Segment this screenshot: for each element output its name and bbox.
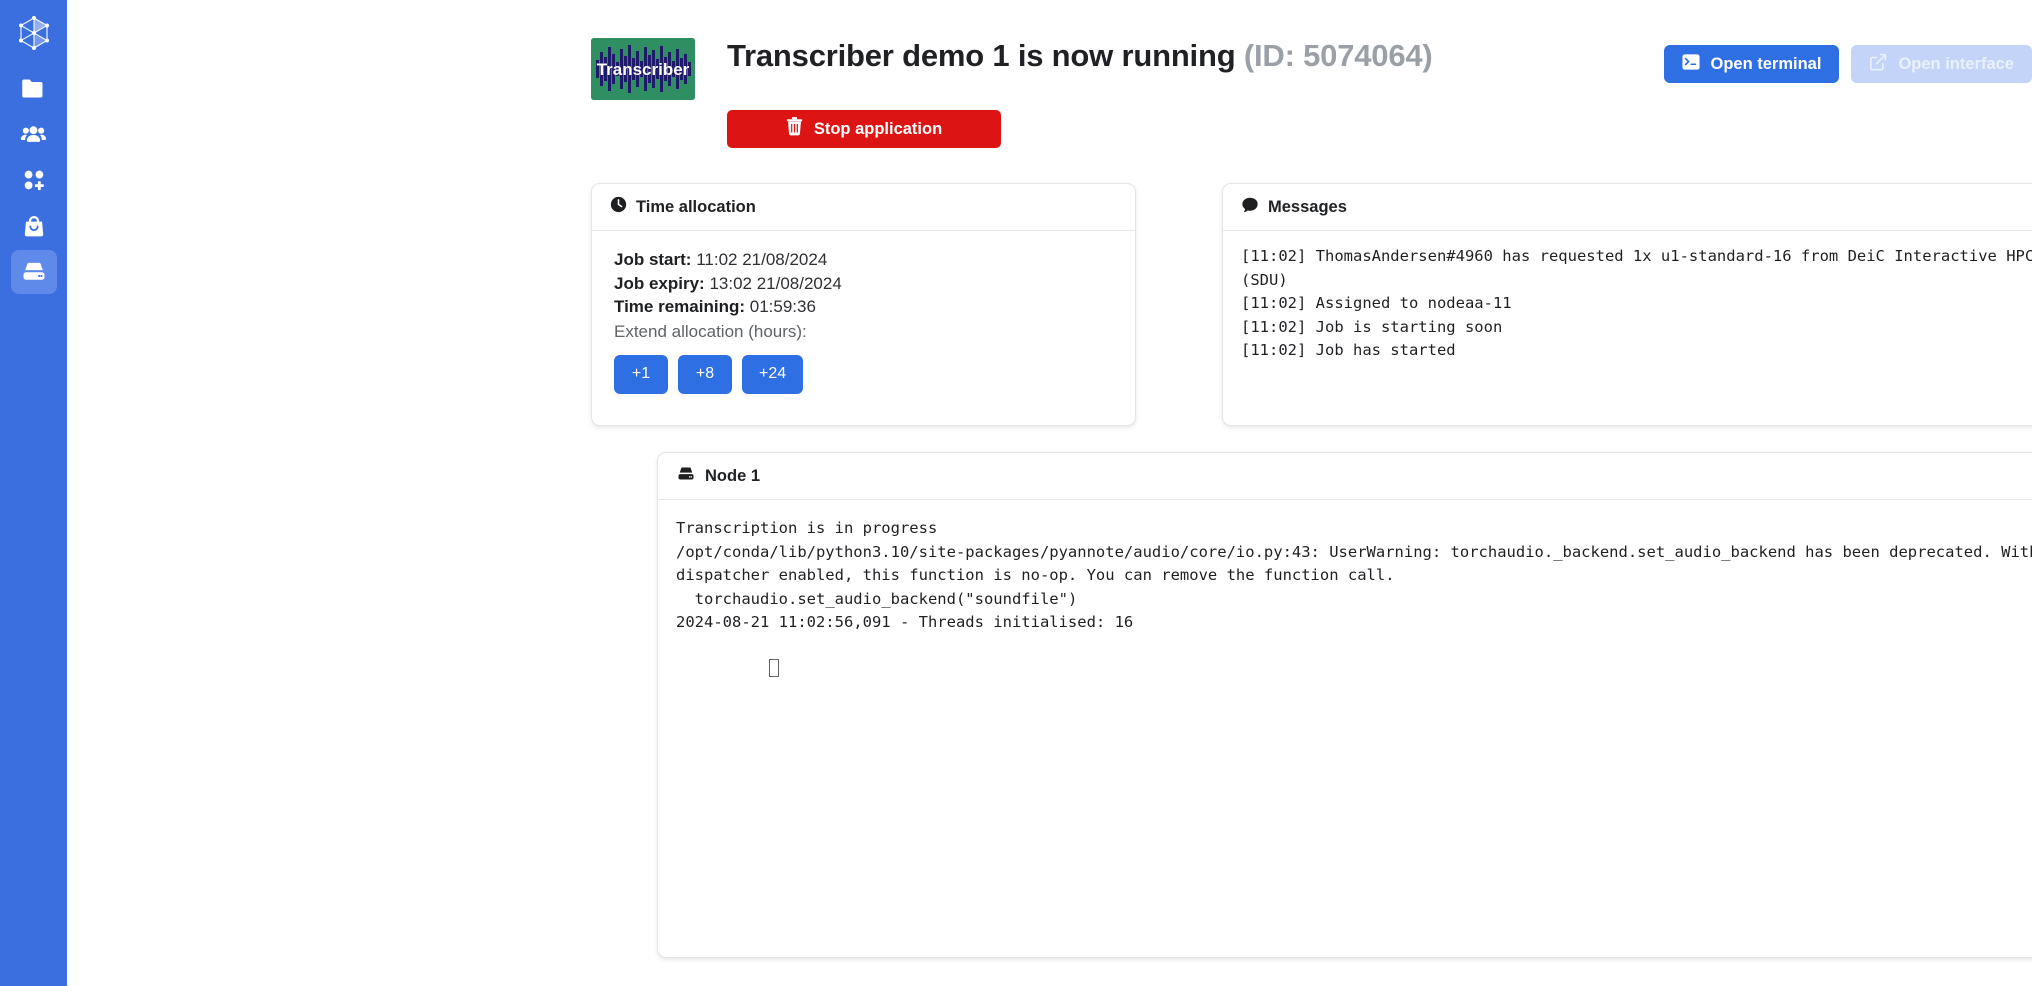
messages-body: [11:02] ThomasAndersen#4960 has requeste… <box>1223 231 2032 426</box>
terminal-line: torchaudio.set_audio_backend("soundfile"… <box>676 589 1078 608</box>
sidebar-item-apps[interactable] <box>11 158 57 202</box>
node-title: Node 1 <box>705 466 761 485</box>
grid-plus-icon <box>21 167 47 193</box>
terminal-line: 2024-08-21 11:02:56,091 - Threads initia… <box>676 613 1134 631</box>
speech-bubble-icon <box>1241 196 1259 219</box>
server-icon <box>676 464 696 489</box>
message-line: [11:02] Job is starting soon <box>1241 317 1503 336</box>
time-allocation-body: Job start: 11:02 21/08/2024 Job expiry: … <box>592 231 1135 394</box>
application-root: Transcriber Transcriber demo 1 is now ru… <box>0 0 2032 986</box>
server-icon <box>20 258 48 286</box>
network-logo-icon <box>16 15 52 51</box>
messages-header: Messages <box>1223 184 2032 231</box>
time-remaining-value: 01:59:36 <box>749 297 816 316</box>
shopping-bag-icon <box>21 213 47 239</box>
sidebar-item-logo[interactable] <box>11 6 57 60</box>
time-allocation-header: Time allocation <box>592 184 1135 231</box>
main-content: Transcriber Transcriber demo 1 is now ru… <box>67 0 2032 986</box>
title-block: Transcriber demo 1 is now running (ID: 5… <box>727 36 1433 76</box>
job-expiry-label: Job expiry: <box>614 273 705 293</box>
messages-card: Messages [11:02] ThomasAndersen#4960 has… <box>1222 183 2032 426</box>
page-title: Transcriber demo 1 is now running (ID: 5… <box>727 36 1433 76</box>
stop-application-button[interactable]: Stop application <box>727 110 1001 148</box>
extend-24h-button[interactable]: +24 <box>742 354 804 394</box>
open-interface-button[interactable]: Open interface <box>1851 45 2032 83</box>
message-line: [11:02] ThomasAndersen#4960 has requeste… <box>1241 247 2032 289</box>
sidebar-item-runs[interactable] <box>10 250 57 294</box>
job-expiry-value: 13:02 21/08/2024 <box>709 273 842 293</box>
message-line: [11:02] Job has started <box>1241 341 1456 359</box>
time-remaining-row: Time remaining: 01:59:36 <box>614 295 1113 319</box>
clock-icon <box>610 196 627 218</box>
job-start-row: Job start: 11:02 21/08/2024 <box>614 248 1113 272</box>
extend-1h-button[interactable]: +1 <box>614 354 668 394</box>
job-id-label: (ID: 5074064) <box>1243 38 1433 73</box>
node-terminal-output[interactable]: Transcription is in progress /opt/conda/… <box>658 500 2032 957</box>
messages-title: Messages <box>1268 197 1347 216</box>
terminal-icon <box>1681 53 1700 76</box>
job-start-value: 11:02 21/08/2024 <box>696 250 828 269</box>
extend-allocation-label: Extend allocation (hours): <box>614 321 807 341</box>
stop-application-label: Stop application <box>813 119 943 138</box>
block-cursor <box>769 659 780 677</box>
extend-allocation-buttons: +1 +8 +24 <box>614 354 1113 394</box>
folder-icon <box>20 75 47 102</box>
time-allocation-card: Time allocation Job start: 11:02 21/08/2… <box>591 183 1136 426</box>
terminal-line: Transcription is in progress <box>676 519 938 537</box>
trash-icon <box>786 117 803 141</box>
job-start-label: Job start: <box>614 250 692 269</box>
time-remaining-label: Time remaining: <box>614 297 745 316</box>
header-actions: Open terminal Open interface <box>1663 45 2032 83</box>
sidebar-item-projects[interactable] <box>11 112 57 156</box>
people-group-icon <box>20 121 47 148</box>
open-terminal-label: Open terminal <box>1710 54 1822 73</box>
time-allocation-title: Time allocation <box>636 197 756 216</box>
page-header: Transcriber Transcriber demo 1 is now ru… <box>67 0 2032 160</box>
page-title-text: Transcriber demo 1 is now running <box>727 38 1236 73</box>
sidebar-item-files[interactable] <box>11 66 57 110</box>
application-logo-text: Transcriber <box>597 60 690 79</box>
terminal-line: /opt/conda/lib/python3.10/site-packages/… <box>676 542 2032 585</box>
node-card: Node 1 Transcription is in progress /opt… <box>657 452 2032 958</box>
terminal-cursor-line <box>676 635 2032 706</box>
sidebar <box>0 0 67 986</box>
open-terminal-button[interactable]: Open terminal <box>1663 45 1840 83</box>
open-interface-label: Open interface <box>1898 54 2014 73</box>
job-expiry-row: Job expiry: 13:02 21/08/2024 <box>614 272 1113 296</box>
node-header: Node 1 <box>658 453 2032 500</box>
application-logo: Transcriber <box>591 38 695 100</box>
sidebar-item-store[interactable] <box>11 204 57 248</box>
external-link-icon <box>1869 53 1887 76</box>
extend-8h-button[interactable]: +8 <box>678 354 732 394</box>
message-line: [11:02] Assigned to nodeaa-11 <box>1241 294 1512 312</box>
